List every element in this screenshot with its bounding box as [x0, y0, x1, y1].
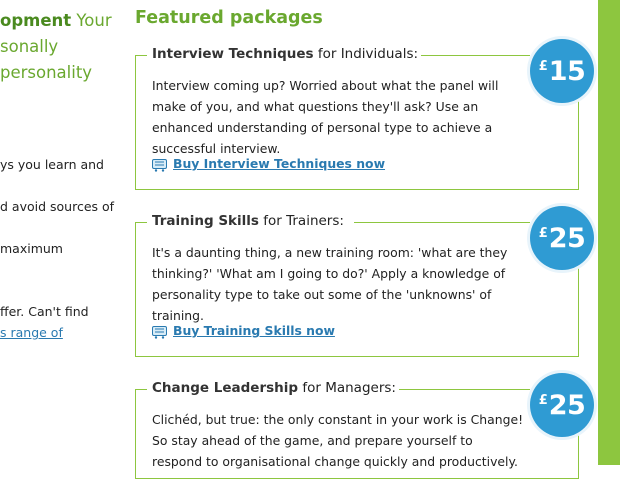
right-accent-stripe	[598, 0, 620, 465]
left-text-line: ys you learn and	[0, 157, 104, 172]
left-heading-bold: opment	[0, 11, 72, 30]
buy-training-skills-link[interactable]: Buy Training Skills now	[173, 323, 335, 338]
buy-row: Buy Interview Techniques now	[152, 156, 385, 172]
price-badge: £25	[530, 373, 594, 437]
price-amount: 15	[548, 55, 586, 87]
left-text-line: maximum	[0, 241, 63, 256]
price-badge: £15	[530, 39, 594, 103]
package-audience: for Managers:	[302, 380, 396, 396]
left-text-line: d avoid sources of	[0, 199, 115, 214]
package-change-leadership: Change Leadership for Managers: Clichéd,…	[135, 380, 579, 479]
buy-interview-techniques-link[interactable]: Buy Interview Techniques now	[173, 156, 385, 171]
package-description: Interview coming up? Worried about what …	[152, 78, 499, 156]
currency-symbol: £	[538, 58, 548, 74]
left-inline-link[interactable]: s range of	[0, 325, 63, 340]
package-interview-techniques: Interview Techniques for Individuals: In…	[135, 46, 579, 190]
package-name: Training Skills	[152, 213, 259, 229]
package-legend: Change Leadership for Managers:	[152, 380, 399, 396]
left-heading-line2: sonally	[0, 37, 59, 56]
left-heading-line3: personality	[0, 63, 93, 82]
left-text-line: ffer. Can't find	[0, 304, 89, 319]
package-training-skills: Training Skills for Trainers: It's a dau…	[135, 213, 579, 357]
buy-row: Buy Training Skills now	[152, 323, 335, 339]
currency-symbol: £	[538, 225, 548, 241]
currency-symbol: £	[538, 392, 548, 408]
left-column: opment Your sonally personality ys you l…	[0, 0, 120, 465]
price-amount: 25	[548, 222, 586, 254]
package-audience: for Trainers:	[263, 213, 344, 229]
package-name: Interview Techniques	[152, 46, 314, 62]
price-amount: 25	[548, 389, 586, 421]
package-description: It's a daunting thing, a new training ro…	[152, 245, 508, 323]
package-legend: Interview Techniques for Individuals:	[152, 46, 422, 62]
package-audience: for Individuals:	[317, 46, 419, 62]
shopping-cart-icon[interactable]	[152, 324, 167, 339]
left-heading: opment Your sonally personality	[0, 8, 120, 86]
package-description: Clichéd, but true: the only constant in …	[152, 412, 524, 469]
shopping-cart-icon[interactable]	[152, 157, 167, 172]
featured-packages-title: Featured packages	[135, 8, 323, 28]
package-legend: Training Skills for Trainers:	[152, 213, 347, 229]
price-badge: £25	[530, 206, 594, 270]
left-heading-rest: Your	[76, 11, 112, 30]
package-name: Change Leadership	[152, 380, 299, 396]
